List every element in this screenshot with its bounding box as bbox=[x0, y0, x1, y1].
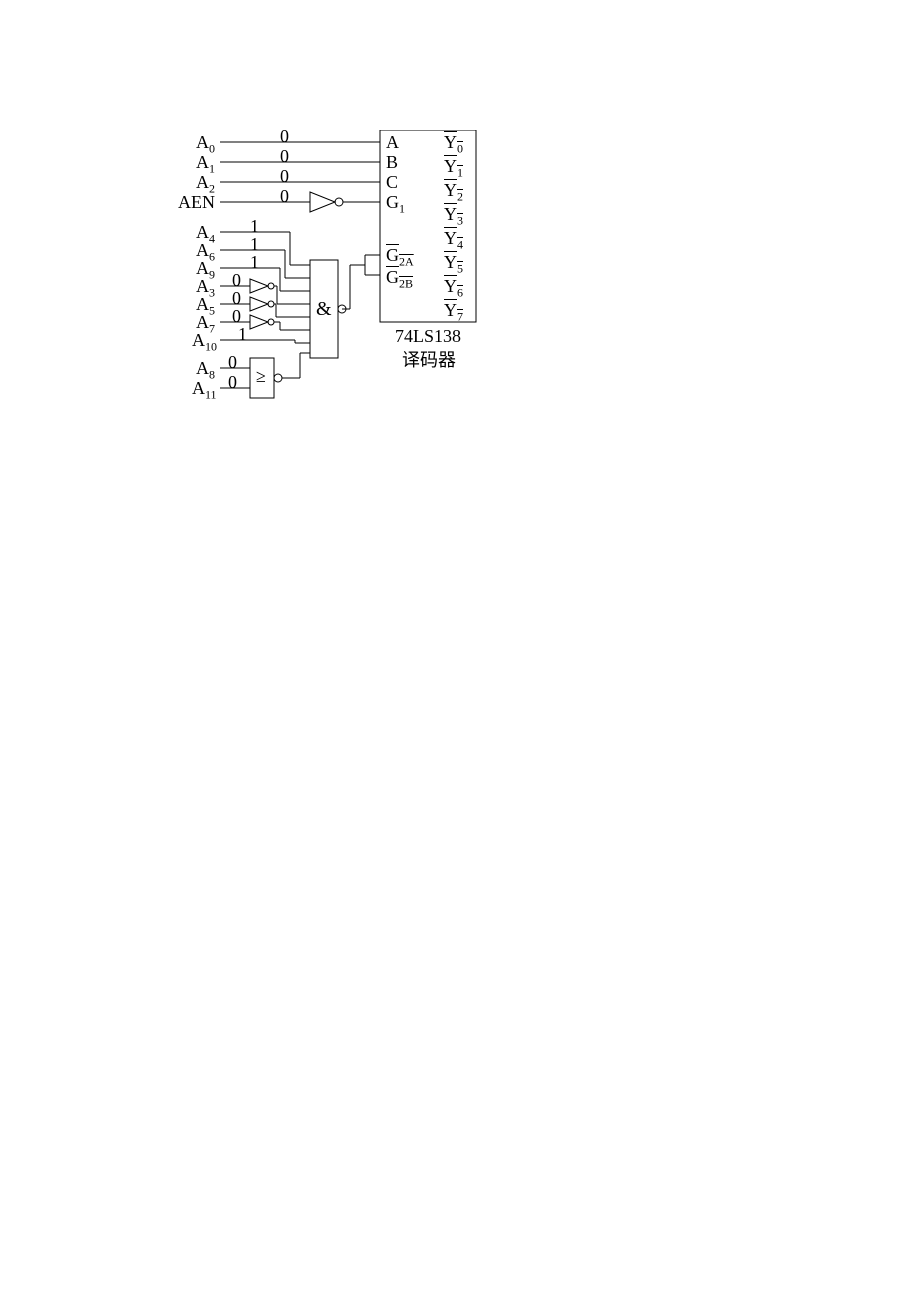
chip-label: 74LS138 bbox=[395, 326, 461, 347]
value-a11: 0 bbox=[228, 372, 237, 393]
decoder-out-y1: Y1 bbox=[444, 156, 463, 181]
decoder-out-y7: Y7 bbox=[444, 300, 463, 325]
decoder-out-y4: Y4 bbox=[444, 228, 463, 253]
decoder-pin-g2b: G2B bbox=[386, 267, 413, 292]
decoder-pin-c: C bbox=[386, 172, 398, 193]
decoder-pin-a: A bbox=[386, 132, 399, 153]
chip-desc: 译码器 bbox=[402, 346, 456, 372]
decoder-circuit-diagram: A0 0 A1 0 A2 0 AEN 0 A4 1 A6 1 A9 1 A3 0… bbox=[180, 130, 740, 480]
and-gate-symbol: & bbox=[316, 298, 332, 321]
input-a10: A10 bbox=[192, 330, 217, 355]
value-a1: 0 bbox=[280, 146, 289, 167]
decoder-pin-g1: G1 bbox=[386, 192, 405, 217]
decoder-pin-g2a: G2A bbox=[386, 245, 414, 270]
value-aen: 0 bbox=[280, 186, 289, 207]
value-a9: 1 bbox=[250, 252, 259, 273]
value-a2: 0 bbox=[280, 166, 289, 187]
value-a10: 1 bbox=[238, 324, 247, 345]
input-a11: A11 bbox=[192, 378, 217, 403]
decoder-out-y0: Y0 bbox=[444, 132, 463, 157]
decoder-out-y3: Y3 bbox=[444, 204, 463, 229]
value-a0: 0 bbox=[280, 126, 289, 147]
decoder-out-y5: Y5 bbox=[444, 252, 463, 277]
value-a8: 0 bbox=[228, 352, 237, 373]
decoder-out-y6: Y6 bbox=[444, 276, 463, 301]
input-aen: AEN bbox=[178, 192, 215, 213]
or-gate-symbol: ≥ bbox=[256, 366, 266, 387]
decoder-out-y2: Y2 bbox=[444, 180, 463, 205]
decoder-pin-b: B bbox=[386, 152, 398, 173]
